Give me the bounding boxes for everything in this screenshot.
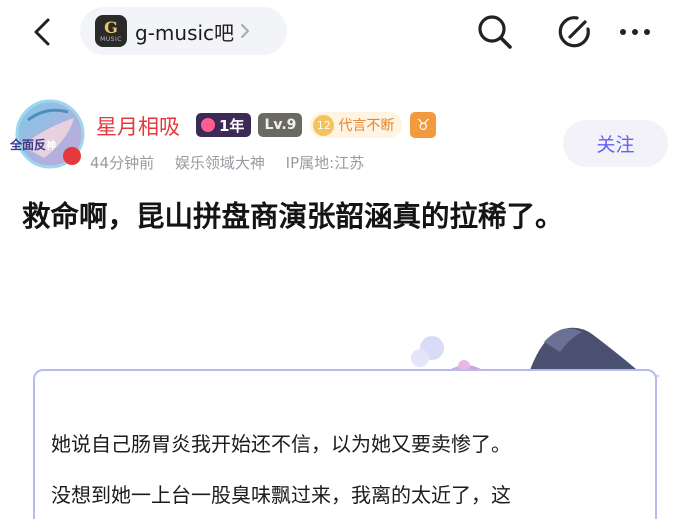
forum-logo-subtext: MUSIC (100, 35, 122, 43)
quote-card: 她说自己肠胃炎我开始还不信，以为她又要卖惨了。 没想到她一上台一股臭味飘过来，我… (33, 369, 657, 519)
level-badge[interactable]: Lv.9 (258, 113, 303, 137)
edit-icon (558, 16, 590, 48)
forum-name: g-music吧 (135, 20, 235, 45)
spokesperson-badge-number: 12 (313, 114, 335, 136)
ip-location: IP属地:江苏 (285, 154, 365, 172)
taurus-zodiac-icon[interactable]: ♉ (410, 112, 437, 138)
forum-link[interactable]: G MUSIC g-music吧 (80, 7, 287, 55)
top-bar: G MUSIC g-music吧 (0, 0, 690, 64)
avatar-badge-text: 全面反 (10, 138, 47, 152)
author-badges: 1年 Lv.9 12 代言不断 ♉ (196, 112, 437, 138)
year-badge-label: 1年 (219, 116, 245, 135)
post-title: 救命啊，昆山拼盘商演张韶涵真的拉稀了。 (22, 200, 564, 233)
post-time: 44分钟前 (90, 154, 155, 172)
post-meta: 44分钟前 娱乐领域大神 IP属地:江苏 (90, 152, 380, 173)
spokesperson-badge-label: 代言不断 (338, 118, 395, 134)
back-arrow-icon (34, 18, 50, 46)
search-icon (478, 15, 512, 49)
more-dots-icon (620, 29, 650, 35)
follow-button[interactable]: 关注 (563, 120, 668, 167)
spokesperson-badge[interactable]: 12 代言不断 (310, 112, 403, 138)
quote-line: 没想到她一上台一股臭味飘过来，我离的太近了，这 (51, 483, 511, 507)
avatar-badge-mark: 神 (46, 141, 57, 152)
author-title: 娱乐领域大神 (174, 154, 265, 172)
edit-button[interactable] (552, 10, 598, 54)
back-button[interactable] (22, 12, 62, 52)
avatar-badge: 全面反神 (10, 136, 56, 153)
quote-line: 她说自己肠胃炎我开始还不信，以为她又要卖惨了。 (51, 432, 511, 456)
more-button[interactable] (612, 10, 658, 54)
forum-logo-letter: G (104, 17, 118, 37)
author-name[interactable]: 星月相吸 (96, 111, 180, 141)
chevron-right-icon (240, 23, 250, 39)
forum-logo: G MUSIC (95, 15, 127, 47)
year-badge[interactable]: 1年 (196, 113, 252, 137)
flower-icon (201, 118, 215, 132)
search-button[interactable] (472, 10, 518, 54)
